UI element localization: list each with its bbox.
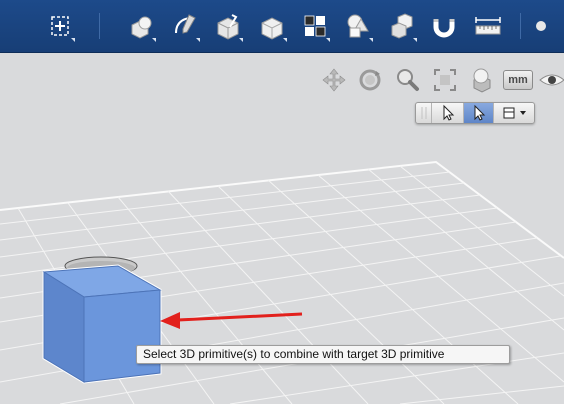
material-button[interactable] [468, 66, 498, 94]
measure-button[interactable] [470, 8, 504, 44]
sketch-button[interactable] [168, 8, 202, 44]
caret-icon [413, 38, 417, 42]
visibility-button[interactable] [538, 66, 564, 94]
caret-icon [71, 38, 75, 42]
combine-button[interactable] [385, 8, 419, 44]
caret-icon [369, 38, 373, 42]
select-icon [443, 104, 455, 121]
pattern-icon [304, 15, 326, 37]
measure-icon [475, 17, 501, 35]
caret-icon [283, 38, 287, 42]
sketch-icon [175, 14, 196, 34]
grouping-icon [347, 14, 369, 38]
selection-filter-button[interactable] [494, 103, 534, 123]
pan-icon [322, 68, 346, 92]
more-tools-button[interactable] [528, 8, 562, 44]
selection-filter-icon [503, 107, 526, 119]
transform-button[interactable] [43, 8, 77, 44]
select-active-icon [474, 104, 486, 121]
select-active-button[interactable] [464, 103, 494, 123]
snap-button[interactable] [427, 8, 461, 44]
eye-icon [539, 74, 564, 86]
toolbar-divider [99, 13, 100, 39]
caret-icon [152, 38, 156, 42]
modify-button[interactable] [255, 8, 289, 44]
box-primitive[interactable] [42, 264, 162, 384]
toolbar-grip[interactable] [416, 103, 432, 123]
caret-icon [239, 38, 243, 42]
primitives-button[interactable] [124, 8, 158, 44]
construct-button[interactable] [211, 8, 245, 44]
pan-button[interactable] [320, 66, 350, 94]
orbit-button[interactable] [356, 66, 386, 94]
select-button[interactable] [432, 103, 464, 123]
transform-icon [51, 16, 69, 36]
main-toolbar [0, 0, 564, 53]
red-arrow-annotation [160, 312, 303, 329]
grip-icon [421, 107, 427, 119]
material-icon [473, 68, 491, 93]
pattern-button[interactable] [298, 8, 332, 44]
view-navigation-bar: mm [318, 64, 564, 96]
caret-icon [196, 38, 200, 42]
fit-view-button[interactable] [431, 66, 461, 94]
settings-icon [536, 21, 546, 31]
combine-icon [391, 13, 413, 39]
grouping-button[interactable] [341, 8, 375, 44]
zoom-button[interactable] [393, 66, 423, 94]
caret-icon [326, 38, 330, 42]
zoom-icon [397, 69, 419, 91]
combine-tooltip: Select 3D primitive(s) to combine with t… [136, 345, 510, 364]
modify-icon [261, 17, 283, 40]
primitives-icon [131, 16, 152, 39]
construct-icon [217, 14, 239, 40]
snap-icon [433, 19, 455, 38]
units-button[interactable]: mm [503, 70, 533, 90]
chevron-down-icon [520, 111, 526, 115]
fit-icon [434, 69, 456, 91]
toolbar-divider [520, 13, 521, 39]
selection-toolbar [415, 102, 535, 124]
orbit-icon [359, 69, 381, 91]
